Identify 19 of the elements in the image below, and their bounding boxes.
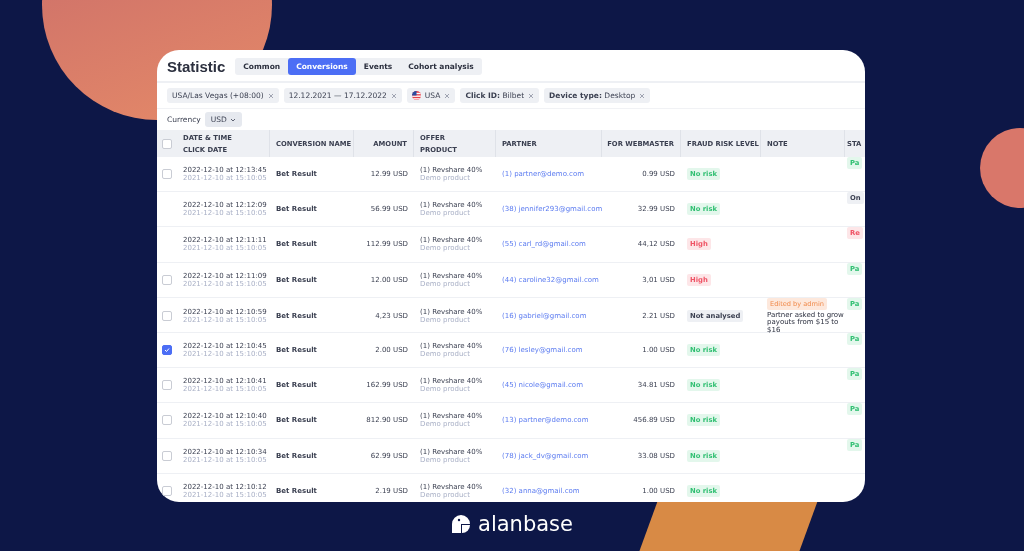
close-icon[interactable] [528,92,535,99]
brand-name: alanbase [478,512,573,536]
checkbox[interactable] [162,380,172,391]
checkbox[interactable] [162,485,172,496]
chevron-icon [229,117,236,122]
checkbox[interactable] [162,415,172,426]
close-icon[interactable] [444,92,451,99]
logo-icon [451,514,471,534]
close-icon[interactable] [267,92,274,99]
checkbox[interactable] [162,345,172,356]
checkbox[interactable] [162,311,172,322]
check-icon [164,347,170,354]
checkbox[interactable] [162,274,172,285]
page-title: Statistic [167,58,226,75]
close-icon[interactable] [639,92,646,99]
checkbox[interactable] [162,169,172,180]
close-icon[interactable] [390,92,397,99]
checkbox[interactable] [162,450,172,461]
checkbox[interactable] [162,138,172,149]
